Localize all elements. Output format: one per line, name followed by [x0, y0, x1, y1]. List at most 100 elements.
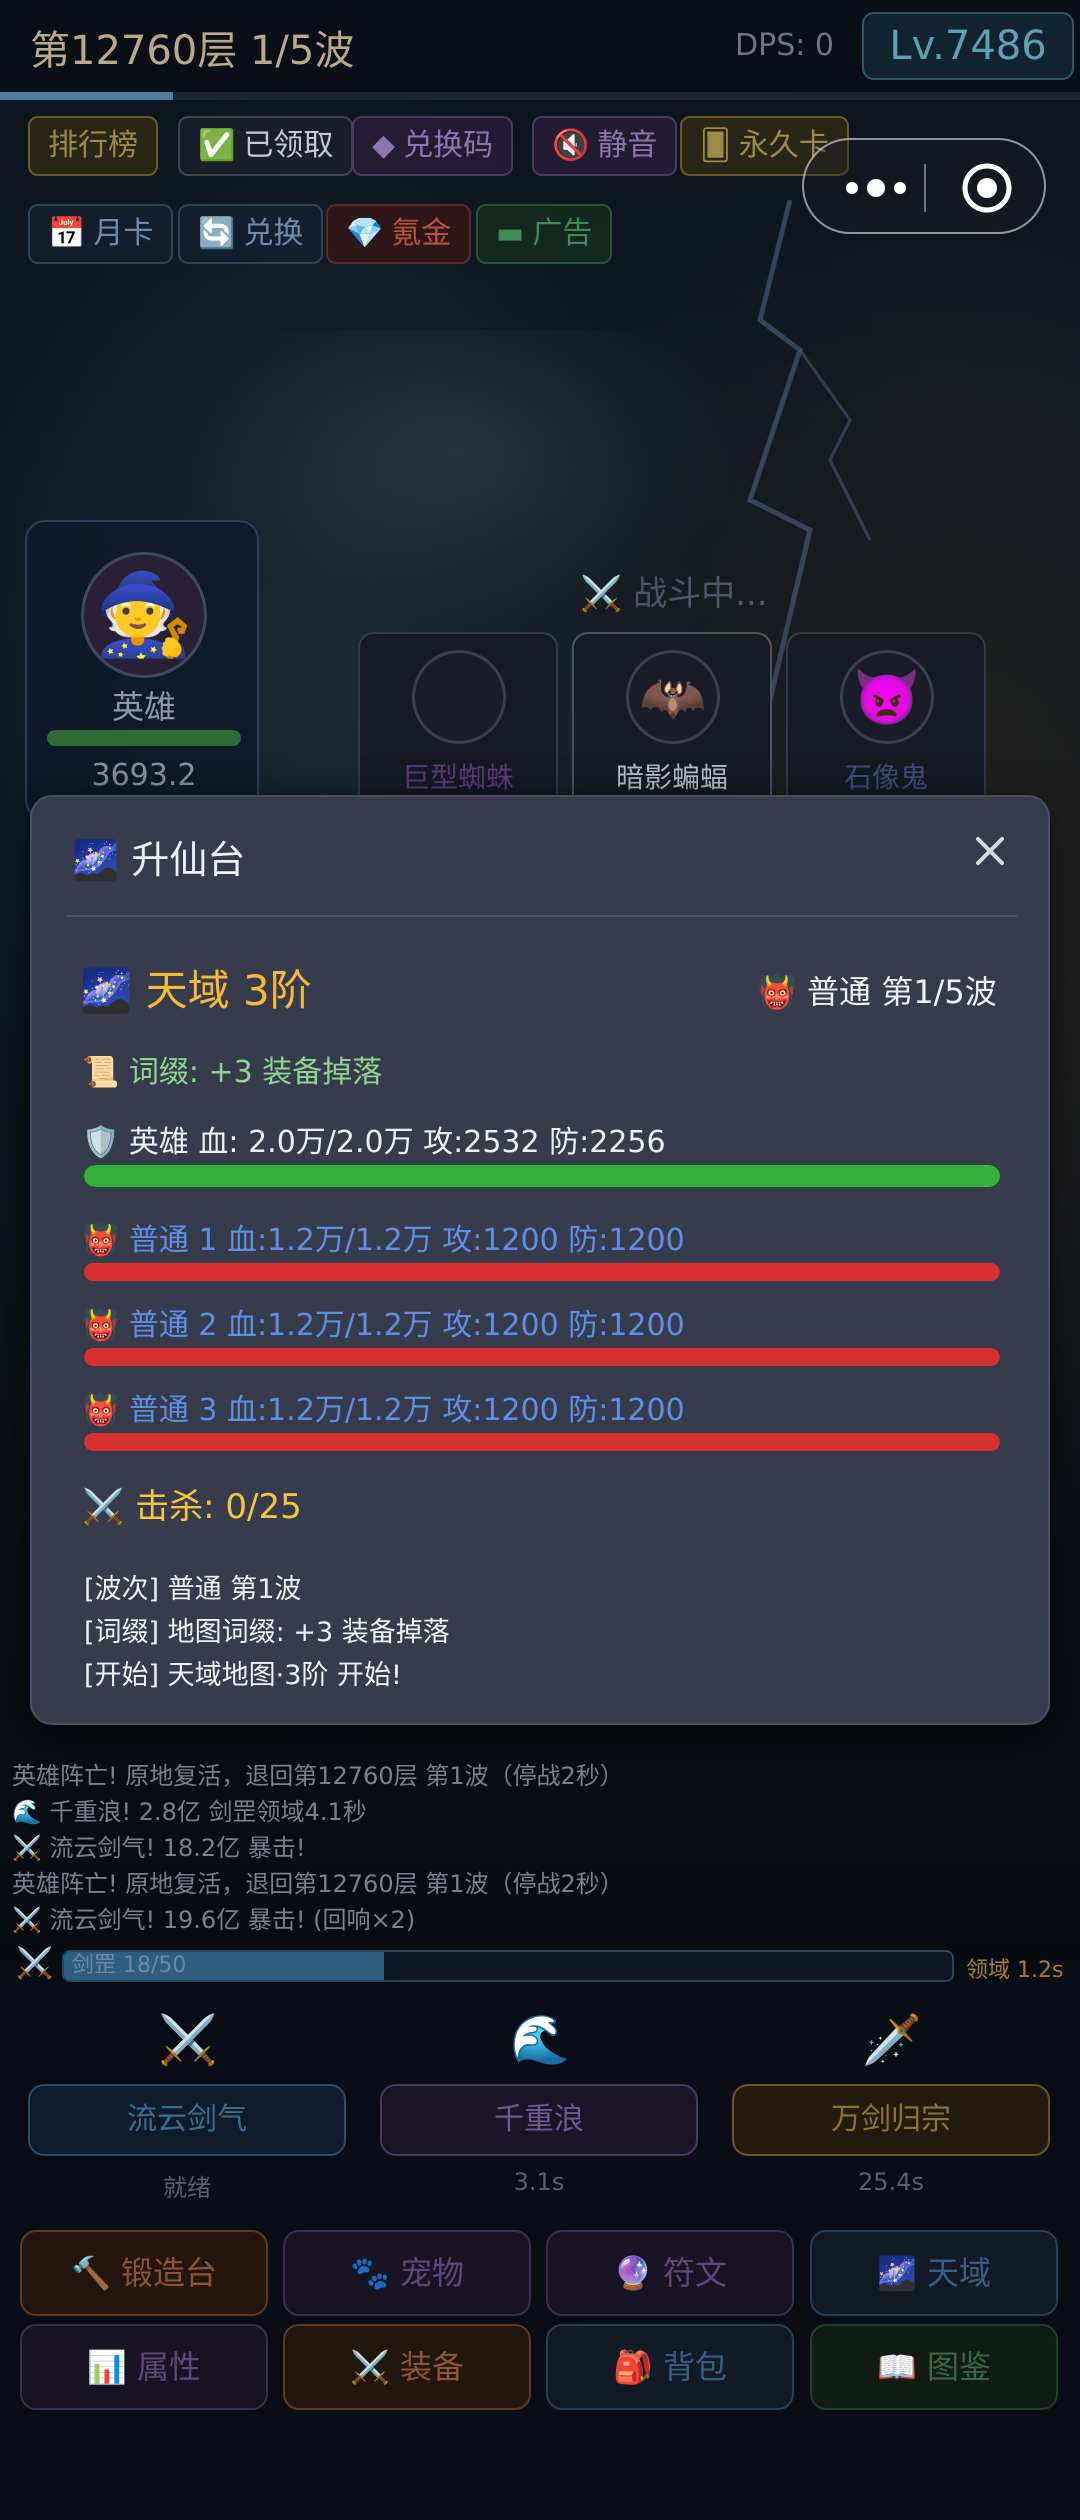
skill-cooldown: 25.4s — [858, 2168, 924, 2196]
ads-button[interactable]: ▬ 广告 — [476, 204, 613, 264]
battle-log-line: [开始] 天域地图·3阶 开始! — [84, 1660, 402, 1691]
enemy-stats-line-2: 👹 普通 2 血:1.2万/1.2万 攻:1200 防:1200 — [82, 1308, 685, 1343]
battle-log-line: [波次] 普通 第1波 — [84, 1574, 302, 1605]
spider-icon — [412, 650, 506, 744]
modal-divider — [67, 915, 1017, 917]
enemy-hp-bar-1 — [84, 1263, 1000, 1281]
hero-hp-value: 3693.2 — [91, 758, 197, 793]
mute-label: 静音 — [597, 128, 658, 163]
combat-log[interactable]: 英雄阵亡! 原地复活，退回第12760层 第1波（停战2秒） 🌊 千重浪! 2.… — [12, 1758, 1072, 1942]
hero-hp-bar — [47, 730, 241, 746]
top-bar: 第12760层 1/5波 DPS: 0 Lv.7486 — [0, 0, 1080, 96]
miniprogram-capsule — [802, 138, 1046, 234]
mute-button[interactable]: 🔇 静音 — [532, 116, 678, 176]
redeem-code-button[interactable]: ◆ 兑换码 — [352, 116, 514, 176]
close-miniprogram-icon[interactable] — [959, 160, 1015, 216]
hero-hp-bar-modal — [84, 1165, 1000, 1187]
battle-log-line: [词缀] 地图词缀: +3 装备掉落 — [84, 1617, 450, 1648]
enemy-hp-fill-2 — [84, 1348, 1000, 1366]
sword-energy-label: 剑罡 18/50 — [72, 1953, 187, 1978]
gem-icon: 💎 — [346, 216, 384, 251]
hero-stats-line: 🛡️ 英雄 血: 2.0万/2.0万 攻:2532 防:2256 — [82, 1125, 666, 1160]
enemy-name-spider: 巨型蜘蛛 — [401, 761, 514, 794]
dps-readout: DPS: 0 — [735, 28, 834, 63]
skill-button-ten-thousand-swords[interactable]: 万剑归宗 — [732, 2084, 1050, 2156]
wave-progress-fill — [0, 92, 173, 100]
monthly-card-button[interactable]: 📅 月卡 — [28, 204, 174, 264]
ascension-modal: 🌌 升仙台 🌌 天域 3阶 👹 普通 第1/5波 📜 词缀: +3 装备掉落 🛡… — [30, 795, 1050, 1725]
exchange-label: 兑换 — [243, 216, 304, 251]
nav-sky-realm[interactable]: 🌌 天域 — [810, 2230, 1058, 2316]
checkmark-icon: ✅ — [198, 128, 236, 163]
enemy-card-bat[interactable]: 🦇 暗影蝙蝠 — [572, 632, 772, 812]
dagger-icon: 🗡️ — [862, 2012, 922, 2068]
combat-log-line: 英雄阵亡! 原地复活，退回第12760层 第1波（停战2秒） — [12, 1762, 624, 1790]
gargoyle-icon: 👿 — [840, 650, 934, 744]
capsule-divider — [924, 164, 926, 212]
diamond-icon: ◆ — [372, 128, 396, 163]
nav-attributes[interactable]: 📊 属性 — [20, 2324, 268, 2410]
hero-name: 英雄 — [111, 688, 176, 726]
crossed-swords-icon: ⚔️ — [16, 1946, 54, 1981]
enemy-hp-bar-3 — [84, 1433, 1000, 1451]
hero-hp-fill — [84, 1165, 1000, 1187]
monthly-card-label: 月卡 — [93, 216, 154, 251]
nav-forge[interactable]: 🔨 锻造台 — [20, 2230, 268, 2316]
nav-rune[interactable]: 🔮 符文 — [546, 2230, 794, 2316]
combat-log-line: ⚔️ 流云剑气! 19.6亿 暴击! (回响×2) — [12, 1906, 416, 1934]
hero-avatar: 🧙 — [81, 552, 207, 678]
enemy-hp-fill-1 — [84, 1263, 1000, 1281]
leaderboard-label: 排行榜 — [48, 128, 138, 163]
claimed-button[interactable]: ✅ 已领取 — [178, 116, 354, 176]
enemy-card-spider[interactable]: 巨型蜘蛛 — [358, 632, 558, 812]
wave-progress-bar — [0, 92, 1080, 100]
combat-log-line: ⚔️ 流云剑气! 18.2亿 暴击! — [12, 1834, 306, 1862]
level-badge: Lv.7486 — [862, 12, 1074, 80]
close-icon[interactable] — [962, 823, 1018, 879]
exchange-button[interactable]: 🔄 兑换 — [178, 204, 324, 264]
redeem-code-label: 兑换码 — [403, 128, 494, 163]
refresh-icon: 🔄 — [198, 216, 236, 251]
skill-cooldown: 3.1s — [513, 2168, 565, 2196]
leaderboard-button[interactable]: 排行榜 — [28, 116, 158, 176]
sword-energy-bar: 剑罡 18/50 — [62, 1950, 954, 1982]
enemy-name-bat: 暗影蝙蝠 — [615, 761, 728, 794]
more-options-icon[interactable] — [836, 166, 916, 210]
modal-title: 🌌 升仙台 — [72, 838, 246, 882]
ad-icon: ▬ — [496, 216, 525, 251]
nav-codex[interactable]: 📖 图鉴 — [810, 2324, 1058, 2410]
hero-card[interactable]: 🧙 英雄 3693.2 — [25, 520, 259, 820]
floor-wave-title: 第12760层 1/5波 — [30, 28, 355, 74]
enemy-hp-bar-2 — [84, 1348, 1000, 1366]
skill-cooldown: 就绪 — [163, 2174, 211, 2202]
nav-pet[interactable]: 🐾 宠物 — [283, 2230, 531, 2316]
sword-energy-row: ⚔️ 剑罡 18/50 领域 1.2s — [0, 1946, 1080, 1990]
claimed-label: 已领取 — [243, 128, 334, 163]
enemy-name-gargoyle: 石像鬼 — [843, 761, 928, 794]
enemy-stats-line-3: 👹 普通 3 血:1.2万/1.2万 攻:1200 防:1200 — [82, 1393, 685, 1428]
card-icon: 🂠 — [700, 128, 731, 163]
skill-button-sword-qi[interactable]: 流云剑气 — [28, 2084, 346, 2156]
sword-qi-icon: ⚔️ — [158, 2012, 218, 2068]
enemy-stats-line-1: 👹 普通 1 血:1.2万/1.2万 攻:1200 防:1200 — [82, 1223, 685, 1258]
calendar-icon: 📅 — [48, 216, 86, 251]
combat-log-line: 英雄阵亡! 原地复活，退回第12760层 第1波（停战2秒） — [12, 1870, 624, 1898]
battle-status: ⚔️ 战斗中... — [580, 574, 768, 614]
ads-label: 广告 — [532, 216, 593, 251]
recharge-label: 氪金 — [391, 216, 452, 251]
enemy-hp-fill-3 — [84, 1433, 1000, 1451]
nav-backpack[interactable]: 🎒 背包 — [546, 2324, 794, 2410]
domain-timer: 领域 1.2s — [966, 1958, 1064, 1983]
wave-icon: 🌊 — [510, 2012, 570, 2068]
mute-icon: 🔇 — [552, 128, 590, 163]
kill-counter: ⚔️ 击杀: 0/25 — [82, 1487, 302, 1527]
bat-icon: 🦇 — [626, 650, 720, 744]
recharge-button[interactable]: 💎 氪金 — [326, 204, 472, 264]
nav-equipment[interactable]: ⚔️ 装备 — [283, 2324, 531, 2410]
skill-button-wave[interactable]: 千重浪 — [380, 2084, 698, 2156]
wave-info: 👹 普通 第1/5波 — [757, 973, 997, 1011]
enemy-card-gargoyle[interactable]: 👿 石像鬼 — [786, 632, 986, 812]
realm-title: 🌌 天域 3阶 — [80, 966, 312, 1015]
affix-line: 📜 词缀: +3 装备掉落 — [82, 1055, 383, 1090]
combat-log-line: 🌊 千重浪! 2.8亿 剑罡领域4.1秒 — [12, 1798, 367, 1826]
